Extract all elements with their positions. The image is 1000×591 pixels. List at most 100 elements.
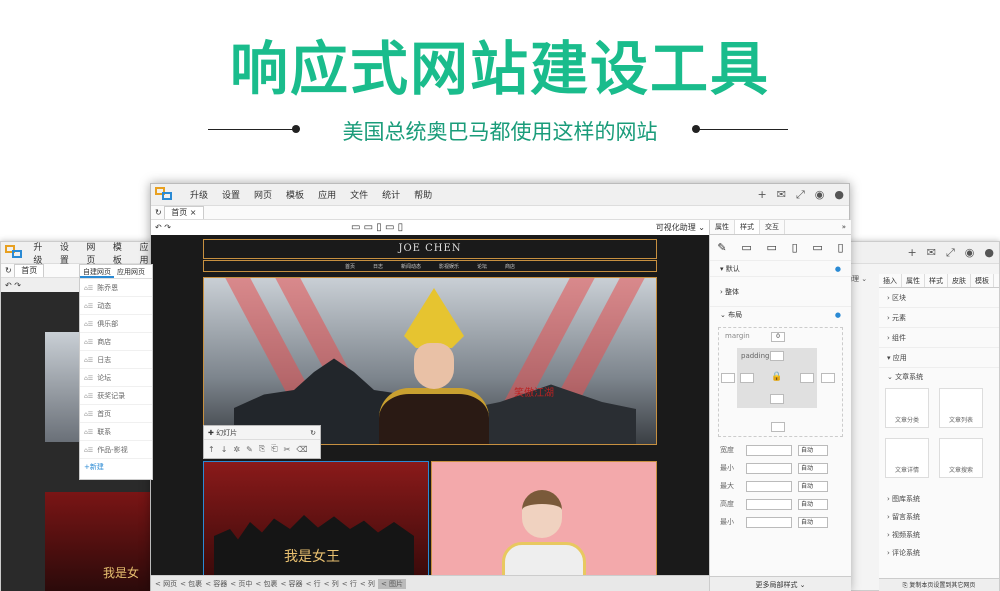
photo-left[interactable]: 我是女王 xyxy=(203,461,429,575)
menu-templates[interactable]: 模板 xyxy=(113,240,126,266)
breadcrumb-item[interactable]: < 网页 xyxy=(155,579,177,589)
margin-bottom-input[interactable] xyxy=(771,422,785,432)
menu-apps[interactable]: 应用 xyxy=(318,188,336,201)
insert-row-blocks[interactable]: › 区块 xyxy=(879,288,999,308)
breadcrumb-item[interactable]: < 页中 xyxy=(230,579,252,589)
tab-custom-pages[interactable]: 自建网页 xyxy=(80,265,114,278)
menu-upgrade[interactable]: 升级 xyxy=(190,188,208,201)
article-list-widget[interactable]: 文章列表 xyxy=(939,388,983,428)
article-detail-widget[interactable]: 文章详情 xyxy=(885,438,929,478)
article-search-widget[interactable]: 文章搜索 xyxy=(939,438,983,478)
article-system-group[interactable]: ⌄ 文章系统 xyxy=(879,368,999,386)
mail-icon[interactable]: ✉ xyxy=(777,188,786,201)
design-canvas[interactable]: JOE CHEN 首页 日志 新闻动态 影视娱乐 论坛 商店 笑傲江湖 ✚ 幻灯… xyxy=(151,235,709,575)
move-up-icon[interactable]: ↑ xyxy=(208,445,215,454)
site-nav-item[interactable]: 商店 xyxy=(505,263,515,270)
tablet-landscape-icon[interactable]: ▭ xyxy=(766,241,776,254)
eye-icon[interactable]: ◉ xyxy=(965,246,975,259)
breadcrumb-item[interactable]: < 容器 xyxy=(280,579,302,589)
breadcrumb-item[interactable]: < 容器 xyxy=(205,579,227,589)
insert-row-apps[interactable]: ▾ 应用 xyxy=(879,348,999,368)
site-title[interactable]: JOE CHEN xyxy=(203,239,657,259)
breadcrumb-item[interactable]: < 列 xyxy=(360,579,375,589)
paste-icon[interactable]: ⎗ xyxy=(271,444,277,454)
site-nav[interactable]: 首页 日志 新闻动态 影视娱乐 论坛 商店 xyxy=(203,260,657,272)
min-width-input[interactable] xyxy=(746,462,792,474)
width-input[interactable] xyxy=(746,444,792,456)
move-down-icon[interactable]: ↓ xyxy=(221,445,228,454)
menu-pages[interactable]: 网页 xyxy=(86,240,99,266)
tablet-landscape-icon[interactable]: ▭ xyxy=(364,222,373,233)
padding-right-input[interactable] xyxy=(800,373,814,383)
tab-home[interactable]: 首页 × xyxy=(164,206,204,219)
tab-template[interactable]: 模板 xyxy=(971,274,994,287)
phone-landscape-icon[interactable]: ▭ xyxy=(385,222,394,233)
menu-templates[interactable]: 模板 xyxy=(286,188,304,201)
tab-app-pages[interactable]: 应用网页 xyxy=(114,265,148,278)
guestbook-system[interactable]: › 留言系统 xyxy=(879,508,999,526)
menu-settings[interactable]: 设置 xyxy=(222,188,240,201)
menu-pages[interactable]: 网页 xyxy=(254,188,272,201)
section-layout[interactable]: ⌄ 布局 ● xyxy=(710,307,851,323)
height-input[interactable] xyxy=(746,498,792,510)
fullscreen-icon[interactable]: ⤢ xyxy=(946,246,955,260)
menu-help[interactable]: 帮助 xyxy=(414,188,432,201)
height-unit-select[interactable]: 自动 xyxy=(798,498,828,510)
page-list-item[interactable]: ⌂☰ 联系 xyxy=(80,423,152,441)
page-list-item[interactable]: ⌂☰ 俱乐部 xyxy=(80,315,152,333)
insert-row-elements[interactable]: › 元素 xyxy=(879,308,999,328)
close-icon[interactable]: × xyxy=(190,208,197,217)
undo-icon[interactable]: ↶ xyxy=(155,223,162,232)
min-height-input[interactable] xyxy=(746,516,792,528)
section-whole[interactable]: › 整体 xyxy=(710,277,851,307)
new-page-button[interactable]: +新建 xyxy=(80,459,152,475)
padding-top-input[interactable] xyxy=(770,351,784,361)
phone-landscape-icon[interactable]: ▭ xyxy=(812,241,822,254)
banner-image[interactable]: 笑傲江湖 xyxy=(203,277,657,445)
margin-top-input[interactable]: 0 xyxy=(771,332,785,342)
site-nav-item[interactable]: 影视娱乐 xyxy=(439,263,459,270)
tab-interaction[interactable]: 交互 xyxy=(760,220,785,234)
user-icon[interactable]: ● xyxy=(834,188,844,201)
page-list-item[interactable]: ⌂☰ 获奖记录 xyxy=(80,387,152,405)
wrench-icon[interactable]: ✎ xyxy=(246,445,253,454)
min-height-unit-select[interactable]: 自动 xyxy=(798,516,828,528)
desktop-icon[interactable]: ▭ xyxy=(351,222,360,233)
tab-style[interactable]: 样式 xyxy=(925,274,948,287)
menu-upgrade[interactable]: 升级 xyxy=(33,240,46,266)
menu-file[interactable]: 文件 xyxy=(350,188,368,201)
page-list-item[interactable]: ⌂☰ 作品-影视 xyxy=(80,441,152,459)
photo-right[interactable] xyxy=(431,461,657,575)
article-category-widget[interactable]: 文章分类 xyxy=(885,388,929,428)
margin-right-input[interactable] xyxy=(821,373,835,383)
min-width-unit-select[interactable]: 自动 xyxy=(798,462,828,474)
trash-icon[interactable]: ⌫ xyxy=(296,445,307,454)
phone-icon[interactable]: ▯ xyxy=(398,222,404,233)
tablet-icon[interactable]: ▯ xyxy=(376,222,382,233)
max-width-input[interactable] xyxy=(746,480,792,492)
padding-left-input[interactable] xyxy=(740,373,754,383)
refresh-icon[interactable]: ↻ xyxy=(5,266,14,275)
margin-left-input[interactable] xyxy=(721,373,735,383)
lock-icon[interactable]: 🔒 xyxy=(771,372,782,382)
breadcrumb-item[interactable]: < 列 xyxy=(324,579,339,589)
eye-icon[interactable]: ◉ xyxy=(815,188,825,201)
breadcrumb-item[interactable]: < 行 xyxy=(342,579,357,589)
tab-properties[interactable]: 属性 xyxy=(710,220,735,234)
menu-settings[interactable]: 设置 xyxy=(60,240,73,266)
breadcrumb-item[interactable]: < 包裹 xyxy=(255,579,277,589)
desktop-icon[interactable]: ▭ xyxy=(741,241,751,254)
plus-icon[interactable]: + xyxy=(758,188,767,201)
section-default[interactable]: ▾ 默认 ● xyxy=(710,261,851,277)
undo-icon[interactable]: ↶ ↷ xyxy=(5,281,21,290)
copy-icon[interactable]: ⎘ xyxy=(259,444,265,454)
site-nav-item[interactable]: 新闻动态 xyxy=(401,263,421,270)
breadcrumb-item[interactable]: < 包裹 xyxy=(180,579,202,589)
mail-icon[interactable]: ✉ xyxy=(927,246,936,259)
site-nav-item[interactable]: 论坛 xyxy=(477,263,487,270)
comment-system[interactable]: › 评论系统 xyxy=(879,544,999,562)
phone-icon[interactable]: ▯ xyxy=(838,241,844,254)
collapse-panel-icon[interactable]: » xyxy=(837,220,851,234)
plus-icon[interactable]: + xyxy=(908,246,917,259)
refresh-icon[interactable]: ↻ xyxy=(310,426,316,440)
